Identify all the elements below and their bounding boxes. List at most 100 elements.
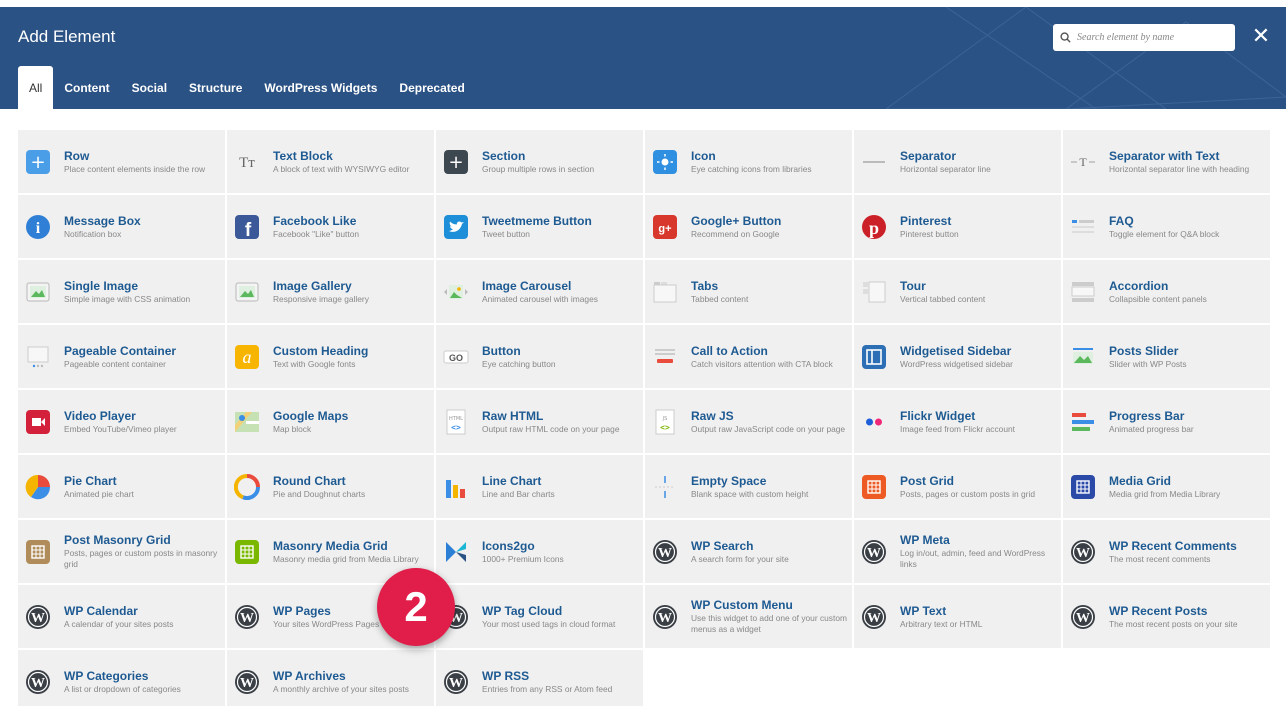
element-row[interactable]: + Row Place content elements inside the ro… [18, 130, 225, 193]
element-text: Pinterest Pinterest button [900, 214, 963, 240]
element-accordion[interactable]: Accordion Collapsible content panels [1063, 260, 1270, 323]
tabs-icon [652, 279, 678, 305]
element-pie-chart[interactable]: Pie Chart Animated pie chart [18, 455, 225, 518]
posts-slider-icon [1070, 344, 1096, 370]
element-wp-custom-menu[interactable]: W WP Custom Menu Use this widget to add on… [645, 585, 852, 648]
accordion-icon [1070, 279, 1096, 305]
element-raw-js[interactable]: JS <> Raw JS Output raw JavaScript code on … [645, 390, 852, 453]
tab-wordpress-widgets[interactable]: WordPress Widgets [253, 66, 388, 109]
element-text: FAQ Toggle element for Q&A block [1109, 214, 1223, 240]
element-icons2go[interactable]: Icons2go 1000+ Premium Icons [436, 520, 643, 583]
element-round-chart[interactable]: Round Chart Pie and Doughnut charts [227, 455, 434, 518]
element-name: WP Text [900, 603, 947, 618]
raw-js-icon: JS <> [652, 409, 678, 435]
element-text: Message Box Notification box [64, 214, 145, 240]
element-tour[interactable]: Tour Vertical tabbed content [854, 260, 1061, 323]
search-box[interactable] [1053, 24, 1235, 51]
element-description: Pinterest button [900, 228, 959, 239]
element-single-image[interactable]: Single Image Simple image with CSS animat… [18, 260, 225, 323]
element-call-to-action[interactable]: Call to Action Catch visitors attention w… [645, 325, 852, 388]
element-tabs[interactable]: Tabs Tabbed content [645, 260, 852, 323]
element-flickr-widget[interactable]: Flickr Widget Image feed from Flickr acco… [854, 390, 1061, 453]
element-video-player[interactable]: Video Player Embed YouTube/Vimeo player [18, 390, 225, 453]
wordpress-icon: W [861, 604, 887, 630]
svg-text:HTML: HTML [449, 416, 463, 422]
svg-text:<>: <> [660, 423, 670, 432]
element-text: Row Place content elements inside the row [64, 149, 209, 175]
element-widgetised-sidebar[interactable]: Widgetised Sidebar WordPress widgetised s… [854, 325, 1061, 388]
element-progress-bar[interactable]: Progress Bar Animated progress bar [1063, 390, 1270, 453]
element-button[interactable]: GO Button Eye catching button [436, 325, 643, 388]
element-raw-html[interactable]: HTML <> Raw HTML Output raw HTML code on yo… [436, 390, 643, 453]
svg-text:p: p [869, 218, 879, 238]
add-element-header: Add Element ✕ AllContentSocialStructureW… [0, 7, 1286, 109]
element-text: Flickr Widget Image feed from Flickr acco… [900, 409, 1019, 435]
element-faq[interactable]: FAQ Toggle element for Q&A block [1063, 195, 1270, 258]
element-description: Your most used tags in cloud format [482, 618, 616, 629]
element-custom-heading[interactable]: a Custom Heading Text with Google fonts [227, 325, 434, 388]
svg-text:W: W [240, 676, 254, 691]
element-text: Progress Bar Animated progress bar [1109, 409, 1198, 435]
svg-text:W: W [867, 546, 881, 561]
element-image-gallery[interactable]: Image Gallery Responsive image gallery [227, 260, 434, 323]
element-text: Media Grid Media grid from Media Library [1109, 474, 1224, 500]
element-text: Round Chart Pie and Doughnut charts [273, 474, 369, 500]
element-pinterest[interactable]: p Pinterest Pinterest button [854, 195, 1061, 258]
svg-text:W: W [658, 611, 672, 626]
element-name: Section [482, 148, 526, 163]
svg-text:a: a [243, 347, 252, 367]
tab-deprecated[interactable]: Deprecated [388, 66, 475, 109]
element-line-chart[interactable]: Line Chart Line and Bar charts [436, 455, 643, 518]
element-text-block[interactable]: Tт Text Block A block of text with WYSIWYG… [227, 130, 434, 193]
element-text: Raw HTML Output raw HTML code on your pag… [482, 409, 623, 435]
element-description: Posts, pages or custom posts in masonry … [64, 548, 218, 569]
element-wp-recent-posts[interactable]: W WP Recent Posts The most recent posts on… [1063, 585, 1270, 648]
element-section[interactable]: + Section Group multiple rows in section [436, 130, 643, 193]
element-google-button[interactable]: g+ Google+ Button Recommend on Google [645, 195, 852, 258]
element-pageable-container[interactable]: Pageable Container Pageable content conta… [18, 325, 225, 388]
element-wp-text[interactable]: W WP Text Arbitrary text or HTML [854, 585, 1061, 648]
masonry-grid-icon [25, 539, 51, 565]
element-wp-rss[interactable]: W WP RSS Entries from any RSS or Atom feed [436, 650, 643, 706]
element-text: Tabs Tabbed content [691, 279, 752, 305]
element-wp-meta[interactable]: W WP Meta Log in/out, admin, feed and Word… [854, 520, 1061, 583]
row-icon: + [25, 149, 51, 175]
element-description: Eye catching icons from libraries [691, 163, 812, 174]
element-name: Separator with Text [1109, 148, 1220, 163]
element-description: Eye catching button [482, 358, 556, 369]
element-posts-slider[interactable]: Posts Slider Slider with WP Posts [1063, 325, 1270, 388]
element-wp-recent-comments[interactable]: W WP Recent Comments The most recent comme… [1063, 520, 1270, 583]
wordpress-icon: W [652, 604, 678, 630]
element-description: The most recent posts on your site [1109, 618, 1238, 629]
element-wp-calendar[interactable]: W WP Calendar A calendar of your sites pos… [18, 585, 225, 648]
element-name: Icon [691, 148, 716, 163]
element-separator[interactable]: Separator Horizontal separator line [854, 130, 1061, 193]
element-google-maps[interactable]: Google Maps Map block [227, 390, 434, 453]
element-tweetmeme-button[interactable]: Tweetmeme Button Tweet button [436, 195, 643, 258]
element-media-grid[interactable]: Media Grid Media grid from Media Library [1063, 455, 1270, 518]
svg-text:+: + [30, 152, 45, 173]
close-icon[interactable]: ✕ [1250, 24, 1272, 48]
tab-structure[interactable]: Structure [178, 66, 253, 109]
element-empty-space[interactable]: Empty Space Blank space with custom heigh… [645, 455, 852, 518]
element-image-carousel[interactable]: Image Carousel Animated carousel with ima… [436, 260, 643, 323]
tab-content[interactable]: Content [53, 66, 120, 109]
element-text: Text Block A block of text with WYSIWYG e… [273, 149, 413, 175]
tab-social[interactable]: Social [121, 66, 178, 109]
element-message-box[interactable]: i Message Box Notification box [18, 195, 225, 258]
element-post-grid[interactable]: Post Grid Posts, pages or custom posts in… [854, 455, 1061, 518]
element-wp-tag-cloud[interactable]: W WP Tag Cloud Your most used tags in clou… [436, 585, 643, 648]
line-chart-icon [443, 474, 469, 500]
element-wp-archives[interactable]: W WP Archives A monthly archive of your si… [227, 650, 434, 706]
element-separator-with-text[interactable]: T Separator with Text Horizontal separator… [1063, 130, 1270, 193]
search-input[interactable] [1077, 32, 1227, 43]
tab-all[interactable]: All [18, 66, 54, 109]
element-wp-search[interactable]: W WP Search A search form for your site [645, 520, 852, 583]
element-icon[interactable]: Icon Eye catching icons from libraries [645, 130, 852, 193]
element-post-masonry-grid[interactable]: Post Masonry Grid Posts, pages or custom … [18, 520, 225, 583]
element-text: Pageable Container Pageable content conta… [64, 344, 180, 370]
element-name: WP Meta [900, 533, 950, 547]
element-wp-categories[interactable]: W WP Categories A list or dropdown of cate… [18, 650, 225, 706]
svg-text:g+: g+ [658, 223, 671, 235]
element-facebook-like[interactable]: f Facebook Like Facebook "Like" button [227, 195, 434, 258]
